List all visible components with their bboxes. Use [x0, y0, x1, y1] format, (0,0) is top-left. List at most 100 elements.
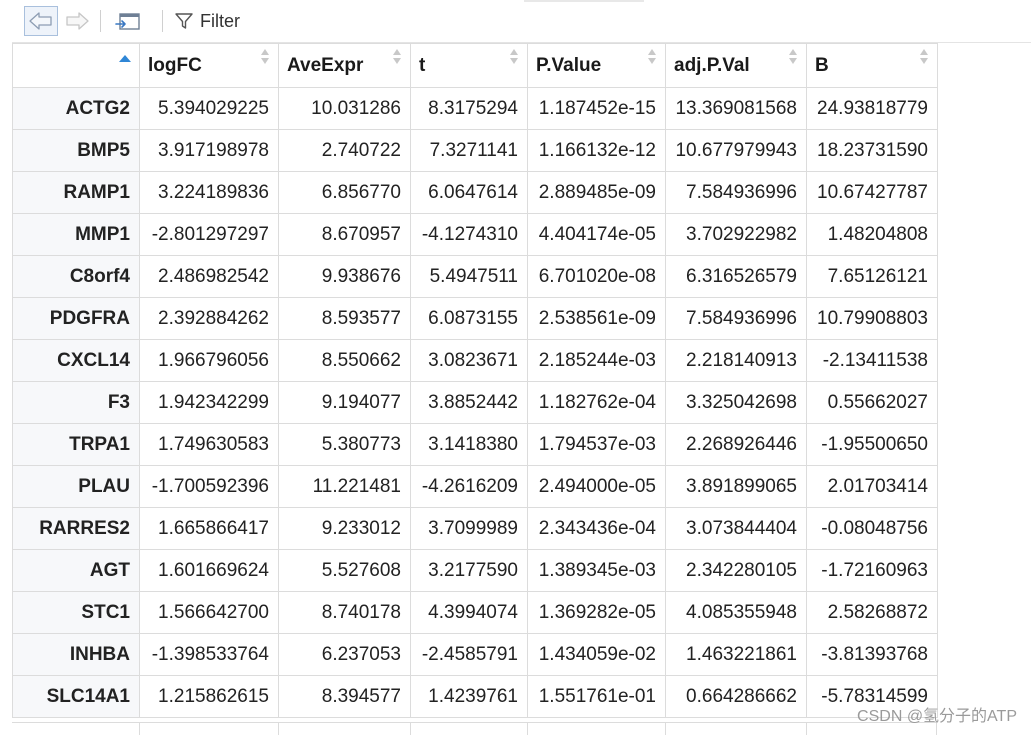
data-cell: 1.215862615	[139, 675, 279, 718]
row-name-cell: CXCL14	[12, 339, 140, 382]
data-cell: 4.3994074	[410, 591, 528, 634]
row-name-cell: SLC14A1	[12, 675, 140, 718]
data-cell: 8.670957	[278, 213, 411, 256]
data-cell: 2.538561e-09	[527, 297, 666, 340]
data-cell: 6.237053	[278, 633, 411, 676]
data-cell: 2.486982542	[139, 255, 279, 298]
sort-icon	[393, 49, 401, 67]
sort-ascending-icon	[119, 55, 131, 62]
row-name-cell: STC1	[12, 591, 140, 634]
back-button[interactable]	[24, 6, 58, 36]
table-row: TRPA1 1.749630583 5.380773 3.1418380 1.79453…	[12, 423, 938, 466]
filter-button[interactable]: Filter	[174, 6, 240, 36]
data-cell: 8.550662	[278, 339, 411, 382]
data-cell: 1.749630583	[139, 423, 279, 466]
column-header-b[interactable]: B	[806, 43, 938, 88]
column-header-label: logFC	[148, 54, 202, 76]
data-cell: 2.58268872	[806, 591, 938, 634]
data-cell: 2.889485e-09	[527, 171, 666, 214]
data-cell: 13.369081568	[665, 87, 807, 130]
data-viewer-toolbar: Filter	[12, 0, 1031, 43]
sort-icon	[510, 49, 518, 67]
data-cell: 2.185244e-03	[527, 339, 666, 382]
table-row: AGT 1.601669624 5.527608 3.2177590 1.389345e…	[12, 549, 938, 592]
data-cell: 6.701020e-08	[527, 255, 666, 298]
data-cell: 1.463221861	[665, 633, 807, 676]
data-cell: 24.93818779	[806, 87, 938, 130]
data-cell: -1.72160963	[806, 549, 938, 592]
column-header-label: P.Value	[536, 54, 602, 76]
data-cell: 2.343436e-04	[527, 507, 666, 550]
table-row: BMP5 3.917198978 2.740722 7.3271141 1.166132…	[12, 129, 938, 172]
data-cell: 3.1418380	[410, 423, 528, 466]
table-row: RAMP1 3.224189836 6.856770 6.0647614 2.88948…	[12, 171, 938, 214]
data-cell: 2.218140913	[665, 339, 807, 382]
rownames-header[interactable]	[12, 43, 140, 88]
data-cell: 9.938676	[278, 255, 411, 298]
sort-icon	[920, 49, 928, 67]
header-row: logFC AveExpr t P.Value adj.P.Val B	[12, 43, 938, 88]
data-cell: 6.0873155	[410, 297, 528, 340]
data-cell: 10.79908803	[806, 297, 938, 340]
arrow-right-icon	[66, 12, 89, 30]
data-cell: 2.494000e-05	[527, 465, 666, 508]
column-header-t[interactable]: t	[410, 43, 528, 88]
data-cell: 1.601669624	[139, 549, 279, 592]
data-cell: 3.8852442	[410, 381, 528, 424]
forward-button[interactable]	[62, 6, 92, 36]
column-header-label: t	[419, 54, 426, 76]
data-cell: 1.794537e-03	[527, 423, 666, 466]
data-cell: 7.584936996	[665, 171, 807, 214]
data-cell: 1.434059e-02	[527, 633, 666, 676]
data-cell: 1.665866417	[139, 507, 279, 550]
data-cell: 2.268926446	[665, 423, 807, 466]
data-cell: 8.740178	[278, 591, 411, 634]
data-cell: 3.7099989	[410, 507, 528, 550]
row-name-cell: BMP5	[12, 129, 140, 172]
data-cell: 8.3175294	[410, 87, 528, 130]
data-cell: -0.08048756	[806, 507, 938, 550]
data-cell: 2.342280105	[665, 549, 807, 592]
data-cell: 10.677979943	[665, 129, 807, 172]
data-cell: 1.48204808	[806, 213, 938, 256]
data-cell: -4.2616209	[410, 465, 528, 508]
popout-button[interactable]	[112, 6, 144, 36]
data-cell: 10.031286	[278, 87, 411, 130]
row-name-cell: C8orf4	[12, 255, 140, 298]
data-cell: 5.4947511	[410, 255, 528, 298]
data-cell: 8.394577	[278, 675, 411, 718]
table-row: PDGFRA 2.392884262 8.593577 6.0873155 2.5385…	[12, 297, 938, 340]
data-cell: 1.187452e-15	[527, 87, 666, 130]
data-cell: 1.166132e-12	[527, 129, 666, 172]
data-cell: 0.55662027	[806, 381, 938, 424]
arrow-left-icon	[29, 12, 52, 30]
toolbar-separator	[162, 10, 163, 32]
column-header-label: AveExpr	[287, 54, 364, 76]
column-header-aveexpr[interactable]: AveExpr	[278, 43, 411, 88]
partial-next-row	[12, 722, 937, 735]
data-cell: 1.966796056	[139, 339, 279, 382]
data-cell: 6.316526579	[665, 255, 807, 298]
column-header-adj-pval[interactable]: adj.P.Val	[665, 43, 807, 88]
data-cell: 0.664286662	[665, 675, 807, 718]
sort-icon	[789, 49, 797, 67]
data-cell: 1.389345e-03	[527, 549, 666, 592]
data-cell: 6.0647614	[410, 171, 528, 214]
row-name-cell: MMP1	[12, 213, 140, 256]
data-cell: 5.380773	[278, 423, 411, 466]
data-cell: -3.81393768	[806, 633, 938, 676]
data-cell: 3.702922982	[665, 213, 807, 256]
data-cell: 4.404174e-05	[527, 213, 666, 256]
data-cell: 3.2177590	[410, 549, 528, 592]
toolbar-separator	[100, 10, 101, 32]
column-header-pvalue[interactable]: P.Value	[527, 43, 666, 88]
column-header-logfc[interactable]: logFC	[139, 43, 279, 88]
table-row: C8orf4 2.486982542 9.938676 5.4947511 6.7010…	[12, 255, 938, 298]
data-cell: 9.194077	[278, 381, 411, 424]
data-cell: -2.801297297	[139, 213, 279, 256]
row-name-cell: AGT	[12, 549, 140, 592]
row-name-cell: PLAU	[12, 465, 140, 508]
data-cell: -1.700592396	[139, 465, 279, 508]
data-cell: 18.23731590	[806, 129, 938, 172]
table-row: CXCL14 1.966796056 8.550662 3.0823671 2.1852…	[12, 339, 938, 382]
